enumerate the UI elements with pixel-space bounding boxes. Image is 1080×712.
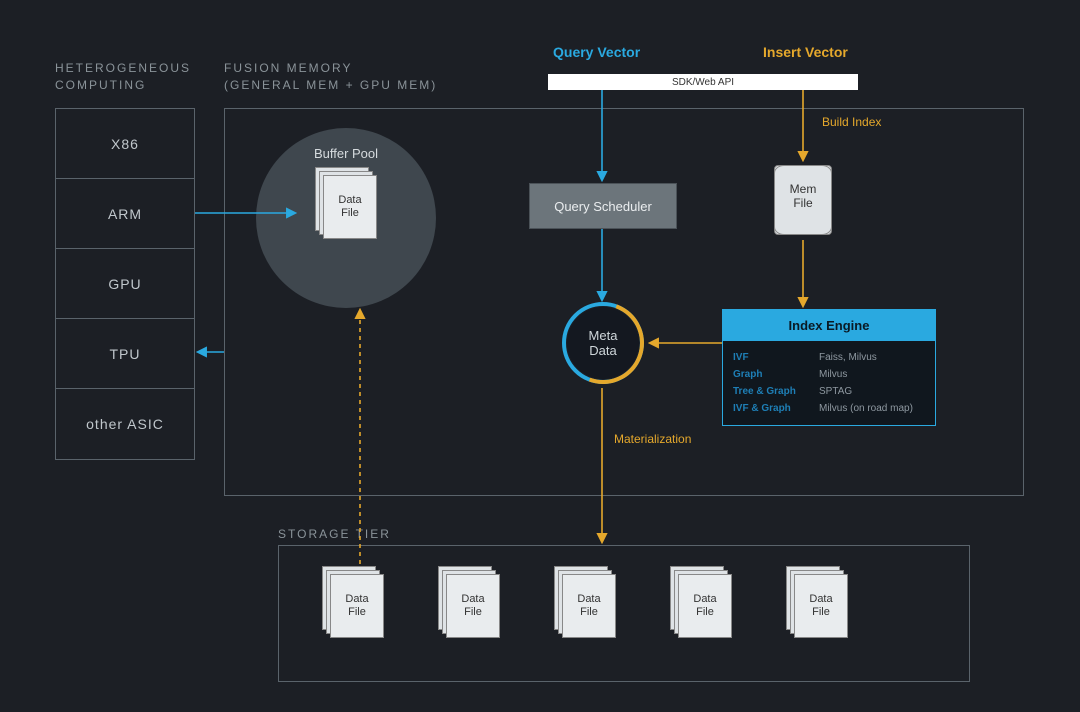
sf2l2: File xyxy=(580,606,598,618)
compute-x86: X86 xyxy=(56,109,194,179)
data-file-text1: Data xyxy=(338,194,361,206)
compute-other-asic: other ASIC xyxy=(56,389,194,459)
storage-file-0: DataFile xyxy=(322,566,384,638)
sf3l2: File xyxy=(696,606,714,618)
mem-file-l2: File xyxy=(793,196,812,210)
insert-vector-label: Insert Vector xyxy=(763,44,848,60)
compute-gpu: GPU xyxy=(56,249,194,319)
ie-v3: Milvus (on road map) xyxy=(819,403,913,414)
sf4l1: Data xyxy=(809,593,832,605)
sf0l1: Data xyxy=(345,593,368,605)
ie-v0: Faiss, Milvus xyxy=(819,352,877,363)
index-engine-panel: Index Engine IVFFaiss, Milvus GraphMilvu… xyxy=(722,309,936,426)
data-file-text2: File xyxy=(341,207,359,219)
ie-k0: IVF xyxy=(733,352,819,363)
storage-file-2: DataFile xyxy=(554,566,616,638)
storage-files-row: DataFile DataFile DataFile DataFile Data… xyxy=(322,566,848,638)
compute-stack: X86 ARM GPU TPU other ASIC xyxy=(55,108,195,460)
sf1l2: File xyxy=(464,606,482,618)
mem-file: Mem File xyxy=(774,165,832,235)
data-file-icon: DataFile xyxy=(315,167,377,239)
index-engine-header: Index Engine xyxy=(723,310,935,341)
sf4l2: File xyxy=(812,606,830,618)
heterogeneous-title: HETEROGENEOUS COMPUTING xyxy=(55,60,205,94)
compute-tpu: TPU xyxy=(56,319,194,389)
buffer-pool: Buffer Pool DataFile xyxy=(256,128,436,308)
index-engine-body: IVFFaiss, Milvus GraphMilvus Tree & Grap… xyxy=(723,341,935,425)
ie-k1: Graph xyxy=(733,369,819,380)
materialization-label: Materialization xyxy=(614,432,691,446)
sdk-web-api-bar: SDK/Web API xyxy=(548,74,858,90)
storage-file-4: DataFile xyxy=(786,566,848,638)
meta-l1: Meta xyxy=(589,328,618,343)
query-scheduler-box: Query Scheduler xyxy=(529,183,677,229)
sf1l1: Data xyxy=(461,593,484,605)
fusion-title: FUSION MEMORY (GENERAL MEM + GPU MEM) xyxy=(224,60,484,94)
sf0l2: File xyxy=(348,606,366,618)
storage-file-3: DataFile xyxy=(670,566,732,638)
compute-arm: ARM xyxy=(56,179,194,249)
storage-title: STORAGE TIER xyxy=(278,527,391,541)
meta-l2: Data xyxy=(589,343,616,358)
sf3l1: Data xyxy=(693,593,716,605)
build-index-label: Build Index xyxy=(822,115,881,129)
buffer-pool-label: Buffer Pool xyxy=(314,146,378,161)
query-vector-label: Query Vector xyxy=(553,44,640,60)
sf2l1: Data xyxy=(577,593,600,605)
meta-data-circle: MetaData xyxy=(562,302,644,384)
ie-k3: IVF & Graph xyxy=(733,403,819,414)
mem-file-l1: Mem xyxy=(790,182,817,196)
ie-v1: Milvus xyxy=(819,369,847,380)
ie-k2: Tree & Graph xyxy=(733,386,819,397)
storage-file-1: DataFile xyxy=(438,566,500,638)
ie-v2: SPTAG xyxy=(819,386,852,397)
